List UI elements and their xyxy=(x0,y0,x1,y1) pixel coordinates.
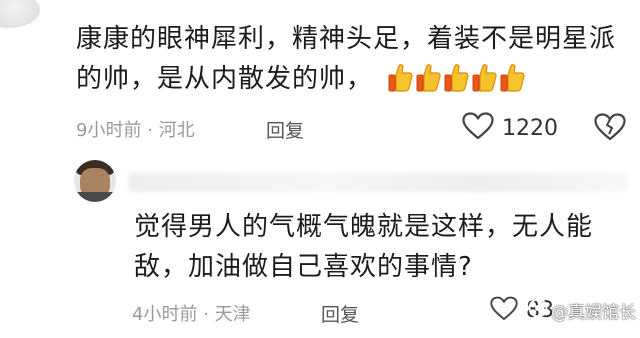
comment-line: 觉得男人的气概气魄就是这样，无人能 xyxy=(134,212,594,242)
blurred-username xyxy=(128,172,628,192)
watermark-logo-icon xyxy=(528,298,551,323)
comment-text: 觉得男人的气概气魄就是这样，无人能 敌，加油做自己喜欢的事情? xyxy=(134,207,634,287)
watermark-text: @真娱馆长 xyxy=(551,303,636,323)
meta-separator: · xyxy=(203,304,209,325)
thumbs-up-icon xyxy=(444,64,469,92)
broken-heart-icon[interactable] xyxy=(594,113,626,145)
comment-line: 敌，加油做自己喜欢的事情? xyxy=(134,252,473,282)
comment-line: 的帅，是从内散发的帅， xyxy=(76,59,636,105)
like-count: 1220 xyxy=(502,115,558,141)
commenter-avatar[interactable] xyxy=(74,160,116,202)
comment-text: 康康的眼神犀利，精神头足，着装不是明星派 的帅，是从内散发的帅， xyxy=(76,19,636,105)
thumbs-up-icon xyxy=(388,64,413,92)
like-button[interactable]: 1220 xyxy=(462,112,558,144)
comment-line: 康康的眼神犀利，精神头足，着装不是明星派 xyxy=(76,24,617,54)
comment-location: 河北 xyxy=(158,120,195,141)
reply-button[interactable]: 回复 xyxy=(321,300,359,327)
heart-outline-icon xyxy=(462,112,494,144)
comment-location: 天津 xyxy=(214,304,251,325)
watermark: @真娱馆长 xyxy=(528,298,636,323)
avatar-shirt xyxy=(74,192,116,202)
thumbs-up-icon xyxy=(500,64,525,92)
comment-time: 9小时前 xyxy=(76,120,142,141)
thumbs-up-icon xyxy=(416,64,441,92)
reply-button[interactable]: 回复 xyxy=(266,116,304,143)
comment-meta: 9小时前 · 河北 xyxy=(76,116,195,142)
meta-separator: · xyxy=(147,120,153,141)
emoji-group xyxy=(387,63,527,105)
comment-meta: 4小时前 · 天津 xyxy=(132,300,251,326)
heart-outline-icon xyxy=(490,296,518,325)
thumbs-up-icon xyxy=(472,64,497,92)
commenter-avatar[interactable] xyxy=(0,0,40,28)
comment-time: 4小时前 xyxy=(132,304,198,325)
